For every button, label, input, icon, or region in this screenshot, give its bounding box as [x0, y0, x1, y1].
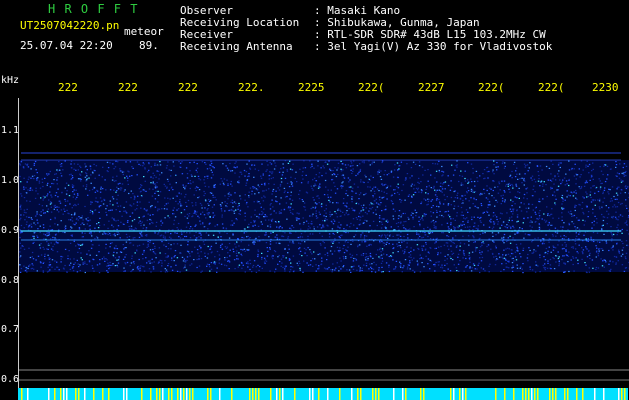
info-label-observer: Observer — [180, 4, 233, 17]
x-tick: 222( — [478, 81, 505, 94]
file-datetime: 25.07.04 22:20 — [20, 39, 113, 52]
app-title: H R O F F T — [48, 2, 139, 16]
x-tick: 222 — [178, 81, 198, 94]
info-value-receiver: : RTL-SDR SDR# 43dB L15 103.2MHz CW — [314, 28, 546, 41]
x-tick: 222. — [238, 81, 265, 94]
x-tick: 2227 — [418, 81, 445, 94]
file-tag: meteor — [124, 25, 164, 38]
spectrogram-plot[interactable] — [18, 98, 629, 388]
y-tick: 1.0 — [1, 175, 20, 186]
x-tick: 222 — [58, 81, 78, 94]
x-tick: 222( — [358, 81, 385, 94]
info-value-antenna: : 3el Yagi(V) Az 330 for Vladivostok — [314, 40, 553, 53]
file-count: 89. — [139, 39, 159, 52]
timeline-markers — [21, 388, 626, 400]
y-tick: 0.9 — [1, 225, 20, 236]
timeline-strip — [18, 388, 628, 400]
x-tick: 222 — [118, 81, 138, 94]
y-tick: 1.1 — [1, 125, 20, 136]
x-tick: 2230 — [592, 81, 619, 94]
y-tick: 0.8 — [1, 275, 20, 286]
info-value-observer: : Masaki Kano — [314, 4, 401, 17]
y-axis-unit: kHz — [1, 75, 20, 86]
x-tick: 222( — [538, 81, 565, 94]
info-label-antenna: Receiving Antenna — [180, 40, 293, 53]
info-label-location: Receiving Location — [180, 16, 300, 29]
x-tick: 2225 — [298, 81, 325, 94]
y-tick: 0.6 — [1, 374, 20, 385]
info-value-location: : Shibukawa, Gunma, Japan — [314, 16, 480, 29]
y-tick: 0.7 — [1, 324, 20, 335]
info-label-receiver: Receiver — [180, 28, 233, 41]
spectrogram-signal — [19, 152, 629, 381]
file-name: UT2507042220.pn — [20, 19, 120, 32]
